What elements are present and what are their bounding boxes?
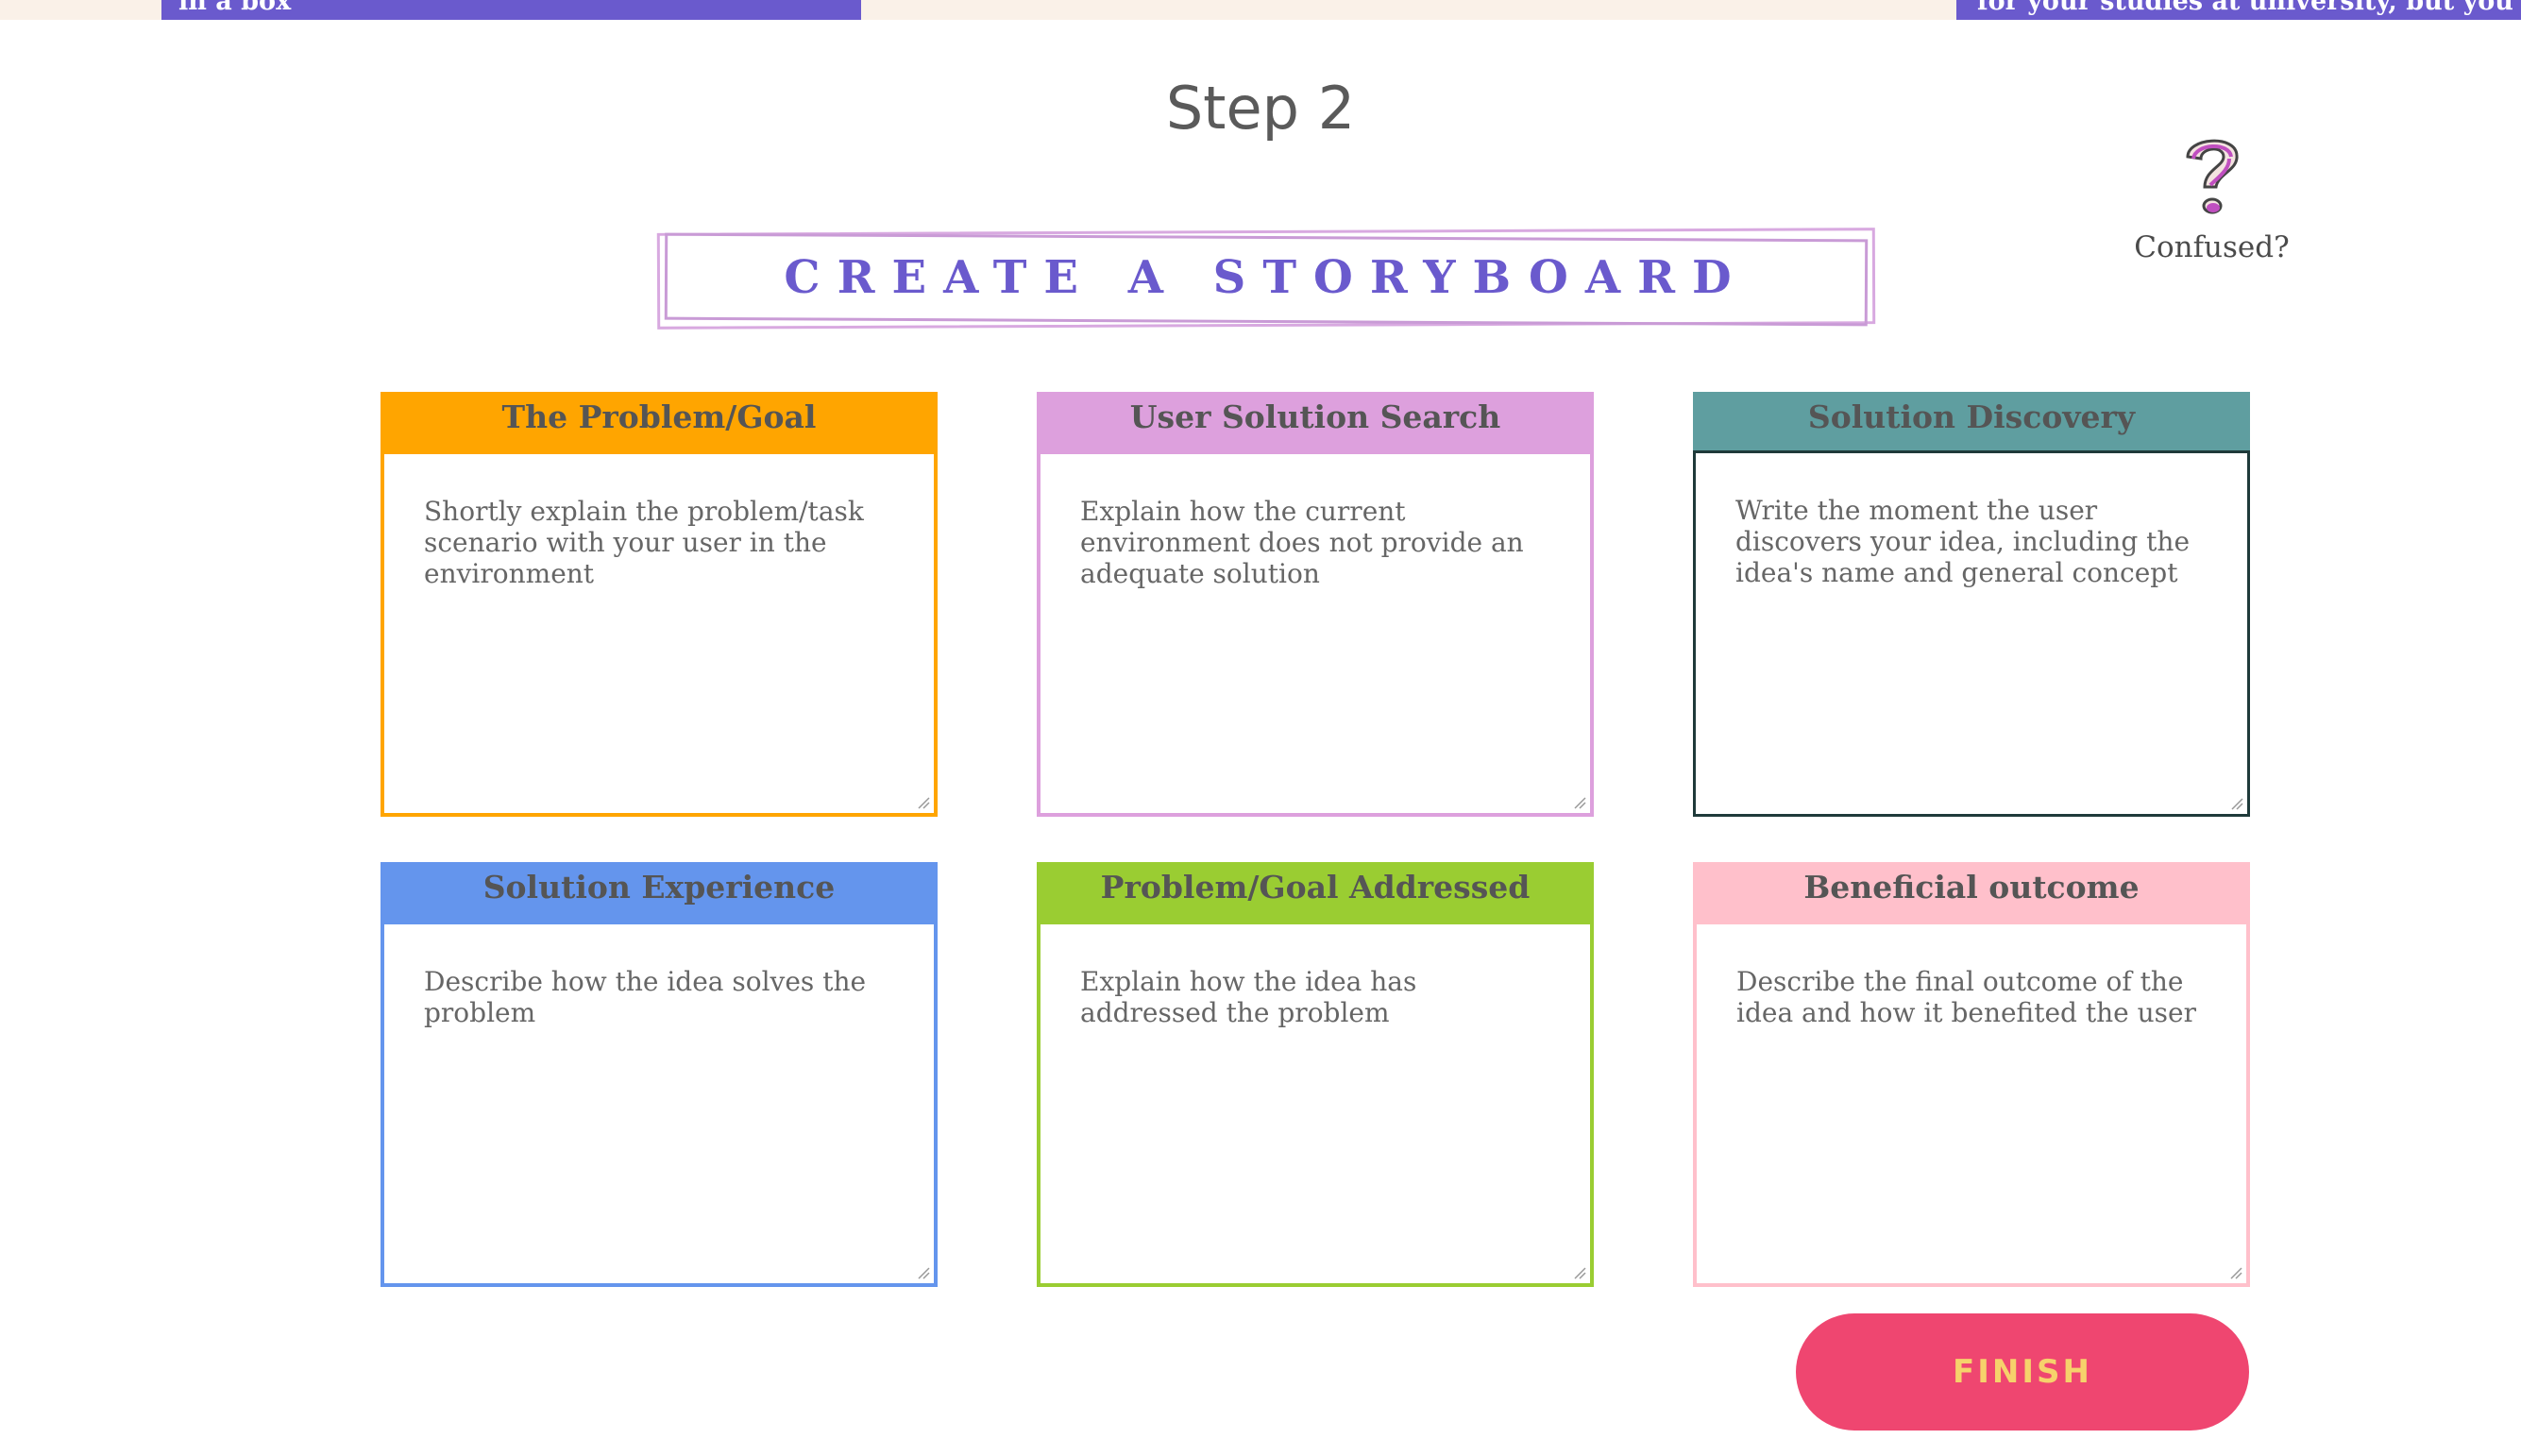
top-right-banner: for your studies at university, but you xyxy=(1956,0,2521,20)
card-body xyxy=(1037,450,1594,817)
card-problem-goal-addressed: Problem/Goal Addressed xyxy=(1037,862,1594,1287)
beneficial-outcome-textarea[interactable] xyxy=(1697,924,2246,1283)
banner-title: Create a Storyboard xyxy=(784,251,1749,304)
resize-handle-icon[interactable] xyxy=(2230,797,2243,810)
resize-handle-icon[interactable] xyxy=(917,1266,930,1279)
problem-goal-textarea[interactable] xyxy=(384,454,934,813)
card-header: Problem/Goal Addressed xyxy=(1037,862,1594,921)
card-header: Beneficial outcome xyxy=(1693,862,2250,921)
card-body xyxy=(1693,921,2250,1287)
resize-handle-icon[interactable] xyxy=(1573,1266,1586,1279)
card-header: Solution Discovery xyxy=(1693,392,2250,450)
card-solution-experience: Solution Experience xyxy=(381,862,938,1287)
card-body xyxy=(1037,921,1594,1287)
top-right-banner-text: for your studies at university, but you xyxy=(1977,0,2513,16)
card-body xyxy=(381,450,938,817)
card-header: Solution Experience xyxy=(381,862,938,921)
top-left-banner: in a box xyxy=(161,0,861,20)
card-body xyxy=(381,921,938,1287)
resize-handle-icon[interactable] xyxy=(917,796,930,809)
card-solution-discovery: Solution Discovery xyxy=(1693,392,2250,817)
card-problem-goal: The Problem/Goal xyxy=(381,392,938,817)
card-beneficial-outcome: Beneficial outcome xyxy=(1693,862,2250,1287)
finish-button[interactable]: FINISH xyxy=(1796,1313,2249,1431)
question-mark-icon xyxy=(2185,139,2239,214)
card-header: The Problem/Goal xyxy=(381,392,938,450)
storyboard-banner: Create a Storyboard xyxy=(655,227,1877,330)
card-body xyxy=(1693,450,2250,817)
top-left-banner-text: in a box xyxy=(178,0,292,16)
solution-experience-textarea[interactable] xyxy=(384,924,934,1283)
card-header: User Solution Search xyxy=(1037,392,1594,450)
help-label: Confused? xyxy=(2134,230,2290,264)
help-link[interactable]: Confused? xyxy=(2115,128,2309,264)
problem-goal-addressed-textarea[interactable] xyxy=(1041,924,1590,1283)
solution-discovery-textarea[interactable] xyxy=(1696,453,2247,814)
resize-handle-icon[interactable] xyxy=(1573,796,1586,809)
user-solution-search-textarea[interactable] xyxy=(1041,454,1590,813)
resize-handle-icon[interactable] xyxy=(2229,1266,2242,1279)
card-user-solution-search: User Solution Search xyxy=(1037,392,1594,817)
